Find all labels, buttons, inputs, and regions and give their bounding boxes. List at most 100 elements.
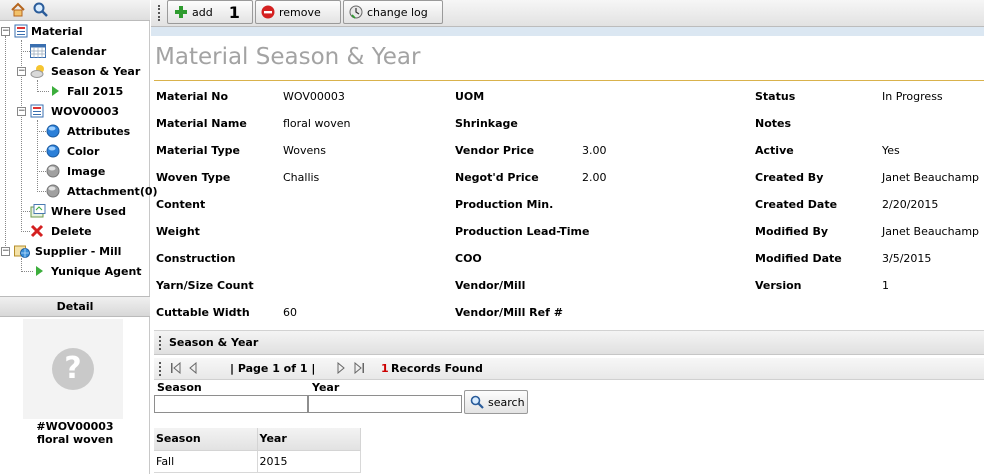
tree-item-season-year[interactable]: Season & Year bbox=[30, 61, 140, 81]
season-year-section-header: Season & Year bbox=[154, 330, 984, 355]
version-label: Version bbox=[755, 279, 802, 292]
cuttable-width-value: 60 bbox=[283, 306, 297, 319]
change-log-button[interactable]: change log bbox=[343, 0, 443, 24]
previous-page-icon[interactable] bbox=[188, 361, 198, 377]
tree-item-calendar[interactable]: Calendar bbox=[30, 41, 106, 61]
season-filter-input[interactable] bbox=[154, 395, 308, 413]
navigation-panel: − − − − Material Calendar Season & Year … bbox=[0, 0, 158, 474]
woven-type-value: Challis bbox=[283, 171, 320, 184]
vendor-mill-label: Vendor/Mill bbox=[455, 279, 526, 292]
tree-item-wov00003[interactable]: WOV00003 bbox=[30, 101, 119, 121]
tree-item-color[interactable]: Color bbox=[46, 141, 99, 161]
question-mark-icon: ? bbox=[52, 348, 94, 390]
plus-icon bbox=[174, 5, 188, 19]
collapse-toggle-supplier-mill[interactable]: − bbox=[1, 247, 10, 256]
tree-item-label: Fall 2015 bbox=[67, 84, 124, 98]
content-label: Content bbox=[156, 198, 206, 211]
grid-cell-year: 2015 bbox=[257, 450, 361, 473]
collapse-toggle-material[interactable]: − bbox=[1, 27, 10, 36]
header-strip bbox=[151, 27, 984, 36]
next-page-icon[interactable] bbox=[336, 361, 346, 377]
tree-item-where-used[interactable]: Where Used bbox=[30, 201, 126, 221]
grid-cell-season: Fall bbox=[154, 450, 258, 473]
modified-date-label: Modified Date bbox=[755, 252, 842, 265]
home-icon[interactable] bbox=[10, 2, 25, 17]
tree-item-yunique-agent[interactable]: Yunique Agent bbox=[34, 261, 142, 281]
tree-item-attributes[interactable]: Attributes bbox=[46, 121, 130, 141]
blue-circle-icon bbox=[46, 144, 60, 158]
supplier-globe-icon bbox=[14, 244, 30, 258]
page-title: Material Season & Year bbox=[155, 44, 421, 70]
page-indicator: | Page 1 of 1 | bbox=[230, 362, 316, 375]
material-name-label: Material Name bbox=[156, 117, 247, 130]
play-arrow-icon bbox=[50, 84, 64, 98]
document-icon bbox=[30, 104, 44, 118]
year-filter-label: Year bbox=[312, 381, 340, 394]
remove-button[interactable]: remove bbox=[255, 0, 341, 24]
weight-label: Weight bbox=[156, 225, 200, 238]
search-button[interactable]: search bbox=[464, 390, 528, 414]
title-divider bbox=[154, 80, 984, 81]
yarn-size-count-label: Yarn/Size Count bbox=[156, 279, 254, 292]
tree-item-label: Image bbox=[67, 164, 106, 178]
delete-x-icon bbox=[30, 224, 44, 238]
vendor-price-value: 3.00 bbox=[582, 144, 607, 157]
pager-grip bbox=[159, 362, 161, 376]
year-filter-input[interactable] bbox=[308, 395, 462, 413]
tree-item-label: Season & Year bbox=[51, 64, 141, 78]
records-count: 1 bbox=[381, 362, 389, 375]
cuttable-width-label: Cuttable Width bbox=[156, 306, 250, 319]
construction-label: Construction bbox=[156, 252, 236, 265]
active-value: Yes bbox=[882, 144, 900, 157]
tree-item-attachment[interactable]: Attachment(0) bbox=[46, 181, 158, 201]
tree-item-label: Supplier - Mill bbox=[35, 244, 122, 258]
main-toolbar: add 1 remove change log bbox=[151, 0, 984, 27]
tree-item-supplier-mill[interactable]: Supplier - Mill bbox=[14, 241, 121, 261]
created-by-label: Created By bbox=[755, 171, 824, 184]
gray-circle-icon bbox=[46, 184, 60, 198]
collapse-toggle-season-year[interactable]: − bbox=[17, 67, 26, 76]
production-lead-time-label: Production Lead-Time bbox=[455, 225, 590, 238]
created-date-value: 2/20/2015 bbox=[882, 198, 939, 211]
material-no-label: Material No bbox=[156, 90, 229, 103]
gray-circle-icon bbox=[46, 164, 60, 178]
production-min-label: Production Min. bbox=[455, 198, 554, 211]
add-button[interactable]: add 1 bbox=[167, 0, 253, 24]
add-count: 1 bbox=[228, 2, 240, 22]
remove-button-label: remove bbox=[279, 5, 321, 19]
tree-item-delete[interactable]: Delete bbox=[30, 221, 92, 241]
notes-label: Notes bbox=[755, 117, 792, 130]
search-icon[interactable] bbox=[33, 2, 48, 17]
grid-column-season[interactable]: Season bbox=[154, 428, 258, 451]
tree-item-label: Where Used bbox=[51, 204, 126, 218]
tree-item-label: Calendar bbox=[51, 44, 107, 58]
collapse-toggle-wov00003[interactable]: − bbox=[17, 107, 26, 116]
table-row[interactable]: Fall 2015 bbox=[154, 450, 361, 473]
records-found-label: Records Found bbox=[391, 362, 483, 375]
toolbar-grip bbox=[158, 5, 160, 21]
search-icon bbox=[470, 395, 484, 409]
first-page-icon[interactable] bbox=[170, 361, 182, 377]
grid-column-year[interactable]: Year bbox=[257, 428, 361, 451]
tree-item-label: WOV00003 bbox=[51, 104, 119, 118]
tree-item-material[interactable]: Material bbox=[14, 21, 82, 41]
material-no-value: WOV00003 bbox=[283, 90, 345, 103]
negot-d-price-label: Negot'd Price bbox=[455, 171, 539, 184]
tree-item-label: Attachment(0) bbox=[67, 184, 158, 198]
created-date-label: Created Date bbox=[755, 198, 838, 211]
woven-type-label: Woven Type bbox=[156, 171, 231, 184]
tree-item-fall-2015[interactable]: Fall 2015 bbox=[50, 81, 123, 101]
tree-item-image[interactable]: Image bbox=[46, 161, 105, 181]
negot-d-price-value: 2.00 bbox=[582, 171, 607, 184]
material-image-placeholder[interactable]: ? bbox=[23, 319, 123, 419]
tree-item-label: Color bbox=[67, 144, 100, 158]
modified-by-label: Modified By bbox=[755, 225, 829, 238]
material-type-label: Material Type bbox=[156, 144, 241, 157]
season-weather-icon bbox=[30, 64, 44, 78]
tree-item-label: Material bbox=[31, 24, 83, 38]
calendar-icon bbox=[30, 44, 46, 58]
section-grip bbox=[159, 336, 161, 350]
last-page-icon[interactable] bbox=[353, 361, 365, 377]
vendor-mill-ref-label: Vendor/Mill Ref # bbox=[455, 306, 563, 319]
change-log-icon bbox=[349, 5, 363, 19]
